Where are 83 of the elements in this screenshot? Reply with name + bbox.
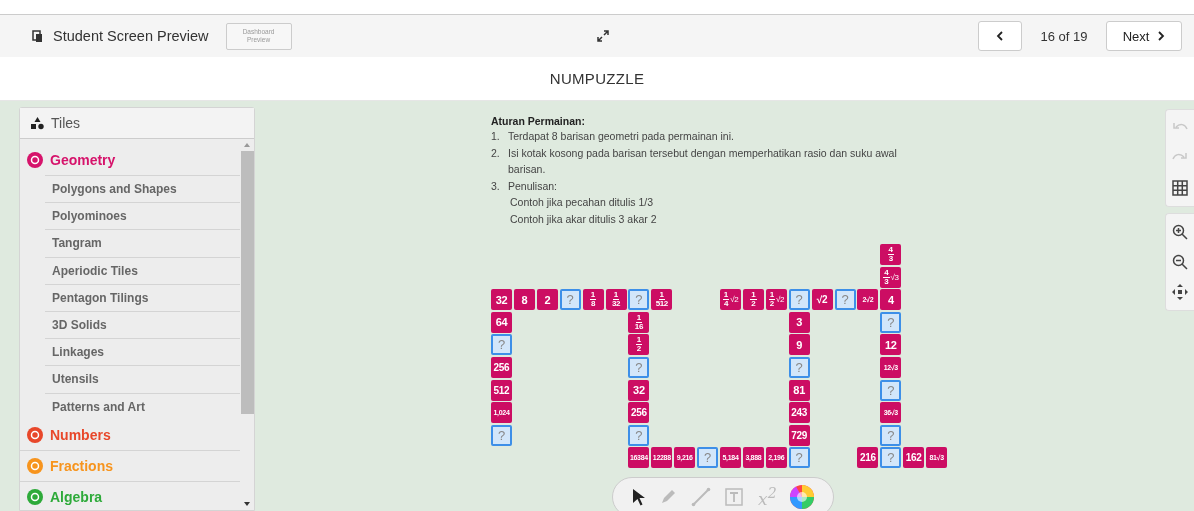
- number-tile: 1 2: [742, 289, 764, 311]
- answer-box[interactable]: ?: [788, 289, 810, 311]
- number-tile: 32: [628, 379, 650, 401]
- subcategory-item[interactable]: Linkages: [45, 338, 240, 366]
- next-button[interactable]: Next: [1106, 21, 1182, 51]
- line-icon[interactable]: [690, 487, 711, 507]
- subcategory-item[interactable]: Aperiodic Tiles: [45, 256, 240, 284]
- expand-icon[interactable]: [597, 30, 609, 42]
- pen-icon[interactable]: [659, 488, 678, 506]
- color-wheel-icon[interactable]: [790, 485, 815, 509]
- number-tile: 162: [903, 447, 925, 469]
- rules-heading: Aturan Permainan:: [491, 115, 586, 127]
- answer-box[interactable]: ?: [788, 357, 810, 378]
- number-tile: 4 3: [880, 244, 902, 265]
- category-item[interactable]: Algebra: [20, 481, 240, 511]
- number-tile: 512: [491, 379, 512, 401]
- answer-box[interactable]: ?: [880, 379, 902, 401]
- category-item[interactable]: Geometry: [20, 144, 240, 175]
- text-box-icon[interactable]: [724, 487, 745, 507]
- number-tile: 1 16: [628, 311, 650, 333]
- number-tile: 32: [491, 289, 512, 311]
- subcategory-item[interactable]: Tangram: [45, 229, 240, 257]
- page-counter: 16 of 19: [1039, 28, 1089, 44]
- move-icon[interactable]: [1172, 284, 1188, 300]
- rule-text: Terdapat 8 barisan geometri pada permainan ini.: [508, 129, 735, 144]
- number-tile: 4: [880, 289, 902, 311]
- answer-box[interactable]: ?: [628, 424, 650, 446]
- chevron-right-icon: [1157, 31, 1166, 41]
- grid-icon[interactable]: [1172, 180, 1188, 196]
- rule-text: Penulisan:: [508, 178, 559, 194]
- chevron-left-icon: [996, 31, 1004, 41]
- number-tile: 1 2: [628, 334, 650, 356]
- rule-text: Isi kotak kosong pada barisan tersebut dengan memperhatikan rasio dan suku awal barisan.: [508, 145, 898, 177]
- answer-box[interactable]: ?: [628, 289, 650, 311]
- number-tile: 2: [536, 289, 558, 311]
- example-text: Contoh jika akar ditulis 3 akar 2: [509, 211, 658, 227]
- answer-box[interactable]: ?: [628, 357, 650, 378]
- category-item[interactable]: Fractions: [20, 450, 240, 482]
- answer-box[interactable]: ?: [880, 311, 902, 333]
- number-tile: 256: [628, 402, 650, 424]
- answer-box[interactable]: ?: [880, 424, 902, 446]
- pointer-icon[interactable]: [631, 488, 646, 506]
- subcategory-item[interactable]: 3D Solids: [45, 310, 240, 339]
- answer-box[interactable]: ?: [559, 289, 581, 311]
- number-tile: 8: [513, 289, 535, 311]
- subcategory-item[interactable]: Utensils: [45, 365, 240, 393]
- subcategory-item[interactable]: Pentagon Tilings: [45, 283, 240, 311]
- subcategory-item[interactable]: Polyominoes: [45, 202, 240, 230]
- number-tile: 1 8: [582, 289, 604, 311]
- number-tile: 12: [880, 334, 902, 356]
- shapes-icon: [31, 116, 44, 130]
- number-tile: √2: [811, 289, 833, 311]
- number-tile: 64: [491, 311, 512, 333]
- number-tile: 81: [788, 379, 810, 401]
- subcategory-item[interactable]: Polygons and Shapes: [45, 175, 240, 203]
- number-tile: 729: [788, 424, 810, 446]
- answer-box[interactable]: ?: [880, 447, 902, 469]
- answer-box[interactable]: ?: [788, 447, 810, 469]
- scroll-up-icon[interactable]: [244, 143, 250, 147]
- number-tile: 1 512: [651, 289, 673, 311]
- number-tile: 3: [788, 311, 810, 333]
- copy-icon: [32, 29, 44, 43]
- zoom-out-icon[interactable]: [1172, 254, 1188, 270]
- list-number: 1.: [491, 129, 501, 144]
- list-number: 3.: [491, 178, 501, 194]
- subcategory-item[interactable]: Patterns and Art: [45, 392, 240, 420]
- preview-title: Student Screen Preview: [53, 28, 209, 44]
- panel-title: Tiles: [51, 115, 81, 131]
- number-tile: 1 32: [605, 289, 627, 311]
- zoom-in-icon[interactable]: [1172, 224, 1188, 240]
- number-tile: 256: [491, 357, 512, 378]
- scroll-down-icon[interactable]: [244, 502, 250, 506]
- list-number: 2.: [491, 145, 501, 161]
- category-item[interactable]: Numbers: [20, 419, 240, 451]
- number-tile: 216: [857, 447, 879, 469]
- answer-box[interactable]: ?: [697, 447, 719, 469]
- answer-box[interactable]: ?: [491, 334, 512, 356]
- example-text: Contoh jika pecahan ditulis 1/3: [509, 195, 654, 210]
- answer-box[interactable]: ?: [491, 424, 512, 446]
- answer-box[interactable]: ?: [834, 289, 856, 311]
- number-tile: 9: [788, 334, 810, 356]
- number-tile: 243: [788, 402, 810, 424]
- activity-title: NUMPUZZLE: [549, 70, 645, 87]
